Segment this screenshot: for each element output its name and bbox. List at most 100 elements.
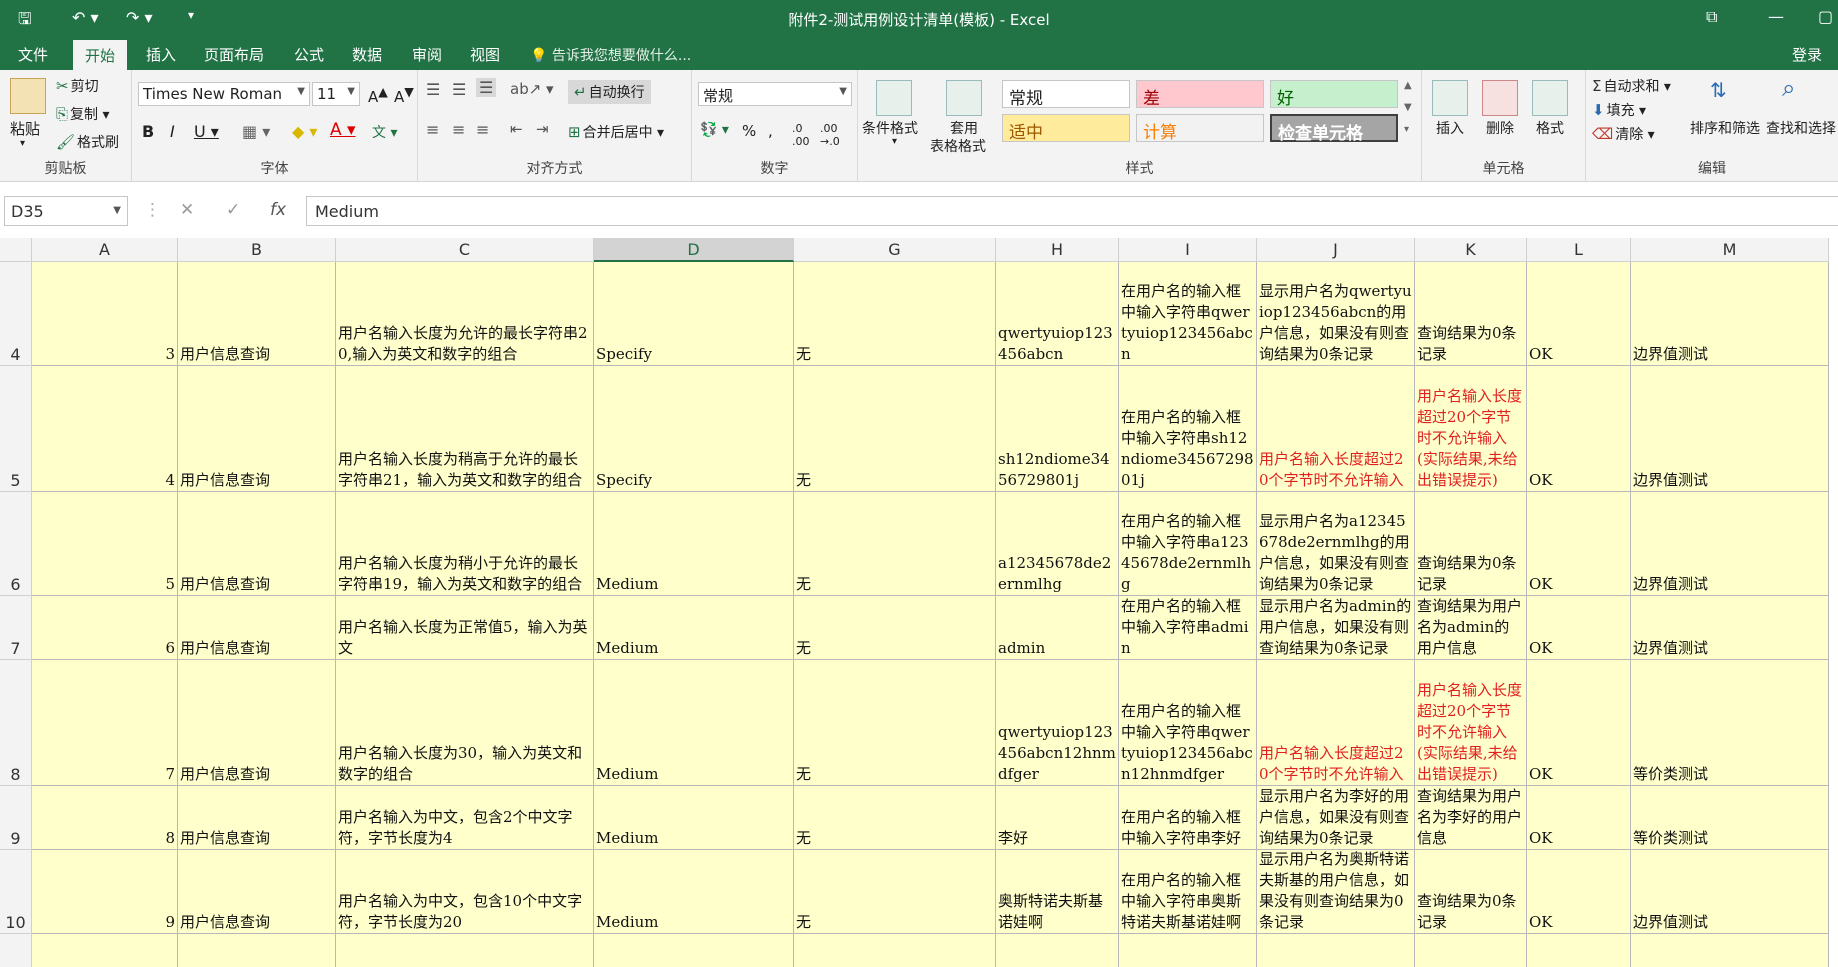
cell-a[interactable] [32, 934, 178, 967]
cell-c[interactable]: 用户名输入长度为30，输入为英文和数字的组合 [336, 660, 594, 786]
grow-font-icon[interactable]: A▲ [368, 84, 388, 106]
row-header[interactable]: 9 [0, 786, 32, 850]
tab-insert[interactable]: 插入 [146, 44, 176, 65]
cell-j[interactable]: 显示用户名为admin的用户信息，如果没有则查询结果为0条记录 [1257, 596, 1415, 660]
cell-k[interactable]: 查询结果为0条记录 [1415, 492, 1527, 596]
cell-g[interactable]: 无 [794, 596, 996, 660]
cell-l[interactable]: OK [1527, 850, 1631, 934]
style-good[interactable]: 好 [1270, 80, 1398, 109]
cell-a[interactable]: 8 [32, 786, 178, 850]
cell-i[interactable]: 在用户名的输入框中输入字符串qwertyuiop123456abcn12hnmd… [1119, 660, 1257, 786]
cell-d[interactable]: Medium [594, 492, 794, 596]
align-bottom-icon[interactable]: ☰ [476, 78, 497, 97]
styles-more-icon[interactable]: ▾ [1404, 124, 1409, 135]
font-name-select[interactable]: Times New Roman ▼ [138, 82, 310, 106]
cell-m[interactable]: 边界值测试 [1631, 492, 1829, 596]
format-as-table-label1[interactable]: 套用 [950, 118, 978, 138]
cell-g[interactable]: 无 [794, 262, 996, 366]
cell-m[interactable]: 等价类测试 [1631, 660, 1829, 786]
column-header-b[interactable]: B [178, 238, 336, 262]
align-left-icon[interactable]: ≡ [426, 120, 439, 139]
cell-m[interactable]: 边界值测试 [1631, 366, 1829, 492]
insert-function-icon[interactable]: fx [270, 200, 286, 220]
cell-l[interactable]: OK [1527, 786, 1631, 850]
cell-i[interactable]: 在用户名的输入框中输入字符串a12345678de2ernmlhg [1119, 492, 1257, 596]
cell-a[interactable]: 4 [32, 366, 178, 492]
cell-c[interactable]: 用户名输入为中文，包含2个中文字符，字节长度为4 [336, 786, 594, 850]
style-check-cell[interactable]: 检查单元格 [1270, 114, 1398, 144]
cell-k[interactable]: 查询结果为0条记录 [1415, 262, 1527, 366]
cell-d[interactable]: Specify [594, 366, 794, 492]
cell-j[interactable]: 用户名输入长度超过20个字节时不允许输入 [1257, 366, 1415, 492]
cell-j[interactable]: 显示用户名为李好的用户信息，如果没有则查询结果为0条记录 [1257, 786, 1415, 850]
accounting-icon[interactable]: 💱 ▾ [700, 122, 729, 138]
tell-me-search[interactable]: 💡 告诉我您想要做什么... [530, 45, 691, 65]
cell-h[interactable]: 奥斯特诺夫斯基诺娃啊 [996, 850, 1119, 934]
font-size-select[interactable]: 11 ▼ [312, 82, 360, 106]
cell-m[interactable] [1631, 934, 1829, 967]
cell-i[interactable]: 在用户名的输入框中输入字符串我奥 [1119, 934, 1257, 967]
cell-i[interactable]: 在用户名的输入框中输入字符串奥斯特诺夫斯基诺娃啊 [1119, 850, 1257, 934]
format-painter-button[interactable]: 🖌 格式刷 [56, 132, 119, 152]
worksheet-grid[interactable]: ABCDGHIJKLM 4 3 用户信息查询 用户名输入长度为允许的最长字符串20,输… [0, 238, 1838, 967]
cell-a[interactable]: 3 [32, 262, 178, 366]
row-header[interactable]: 5 [0, 366, 32, 492]
format-as-table-label2[interactable]: 表格格式 [930, 136, 986, 156]
cell-j[interactable]: 用户名输入长度超过 [1257, 934, 1415, 967]
cell-k[interactable]: 用户名输入长度超过20个字节时不允许输入(实际结果,未给出错误提示) [1415, 660, 1527, 786]
ribbon-display-icon[interactable]: ⧉ [1706, 7, 1717, 27]
cell-d[interactable]: Medium [594, 596, 794, 660]
find-select-button[interactable]: 查找和选择 [1766, 118, 1836, 138]
paste-dropdown-icon[interactable]: ▾ [20, 138, 25, 149]
format-cells-icon[interactable] [1532, 80, 1568, 116]
cell-j[interactable]: 显示用户名为奥斯特诺夫斯基的用户信息，如果没有则查询结果为0条记录 [1257, 850, 1415, 934]
cell-i[interactable]: 在用户名的输入框中输入字符串qwertyuiop123456abcn [1119, 262, 1257, 366]
cell-d[interactable]: Medium [594, 660, 794, 786]
increase-indent-icon[interactable]: ⇥ [536, 120, 549, 138]
cell-i[interactable]: 在用户名的输入框中输入字符串sh12ndiome3456729801j [1119, 366, 1257, 492]
cell-m[interactable]: 等价类测试 [1631, 786, 1829, 850]
delete-cells-icon[interactable] [1482, 80, 1518, 116]
cell-c[interactable] [336, 934, 594, 967]
select-all-corner[interactable] [0, 238, 32, 262]
styles-scroll-up-icon[interactable]: ▲ [1404, 80, 1412, 91]
format-cells-button[interactable]: 格式 [1536, 118, 1564, 138]
cell-l[interactable]: OK [1527, 366, 1631, 492]
maximize-icon[interactable]: ▢ [1818, 7, 1833, 26]
cell-d[interactable] [594, 934, 794, 967]
cell-j[interactable]: 显示用户名为a12345678de2ernmlhg的用户信息，如果没有则查询结果… [1257, 492, 1415, 596]
cell-j[interactable]: 用户名输入长度超过20个字节时不允许输入 [1257, 660, 1415, 786]
cell-d[interactable]: Medium [594, 850, 794, 934]
conditional-format-icon[interactable] [876, 80, 912, 116]
cell-b[interactable]: 用户信息查询 [178, 660, 336, 786]
merge-center-button[interactable]: ⊞ 合并后居中 ▾ [568, 122, 664, 142]
cut-button[interactable]: ✂ 剪切 [56, 76, 99, 96]
cell-b[interactable]: 用户信息查询 [178, 492, 336, 596]
tab-view[interactable]: 视图 [470, 44, 500, 65]
italic-icon[interactable]: I [170, 122, 175, 141]
cell-h[interactable]: admin [996, 596, 1119, 660]
find-select-icon[interactable]: ⌕ [1782, 74, 1795, 102]
align-right-icon[interactable]: ≡ [476, 120, 489, 139]
cell-l[interactable]: OK [1527, 596, 1631, 660]
cell-b[interactable] [178, 934, 336, 967]
decrease-decimal-icon[interactable]: .00 →.0 [820, 122, 840, 148]
row-header[interactable] [0, 934, 32, 967]
cell-c[interactable]: 用户名输入长度为正常值5，输入为英文 [336, 596, 594, 660]
cell-h[interactable]: 李好 [996, 786, 1119, 850]
cell-g[interactable]: 无 [794, 492, 996, 596]
cell-b[interactable]: 用户信息查询 [178, 262, 336, 366]
decrease-indent-icon[interactable]: ⇤ [510, 120, 523, 138]
cell-a[interactable]: 5 [32, 492, 178, 596]
copy-button[interactable]: ⎘ 复制 ▾ [56, 104, 110, 124]
format-as-table-icon[interactable] [946, 80, 982, 116]
column-header-h[interactable]: H [996, 238, 1119, 262]
shrink-font-icon[interactable]: A▼ [394, 84, 414, 106]
cell-g[interactable]: 无 [794, 660, 996, 786]
conditional-format-button[interactable]: 条件格式 [862, 118, 918, 138]
paste-button[interactable]: 粘贴 [10, 118, 40, 139]
clear-button[interactable]: ⌫ 清除 ▾ [1592, 124, 1655, 144]
cell-d[interactable]: Medium [594, 786, 794, 850]
column-header-d[interactable]: D [594, 238, 794, 262]
tab-file[interactable]: 文件 [18, 44, 48, 65]
